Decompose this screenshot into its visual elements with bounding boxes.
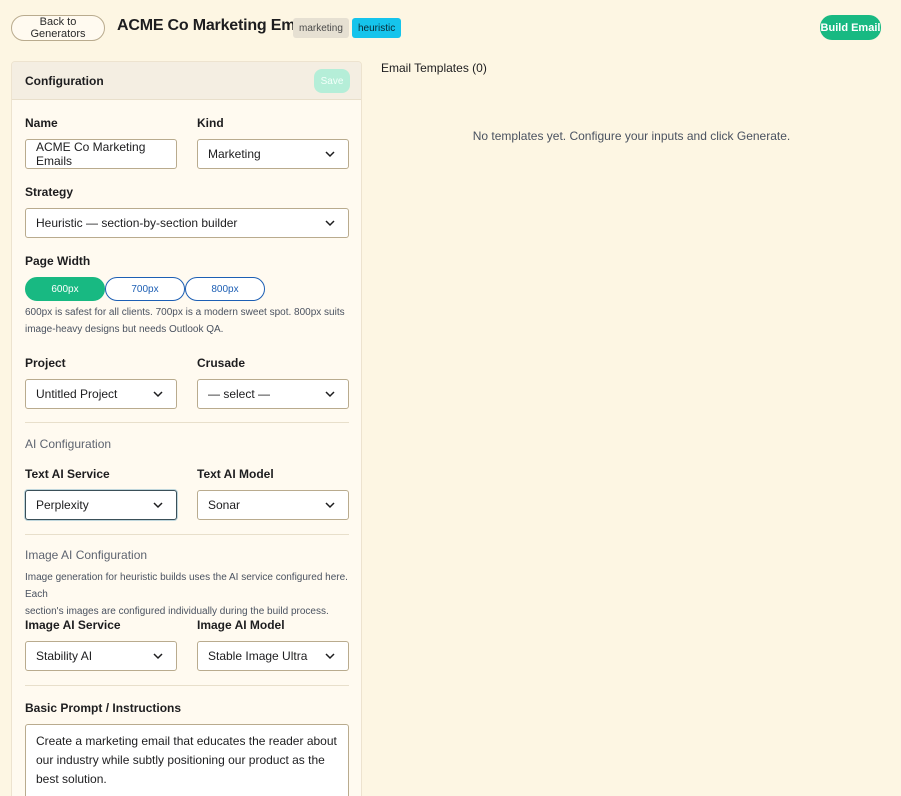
back-to-generators-button[interactable]: Back to Generators — [11, 15, 105, 41]
crusade-value: — select — — [208, 387, 271, 401]
configuration-title: Configuration — [25, 74, 104, 88]
crusade-select[interactable]: — select — — [197, 379, 349, 409]
image-ai-model-value: Stable Image Ultra — [208, 649, 308, 663]
configuration-header: Configuration Save — [12, 62, 361, 100]
project-select[interactable]: Untitled Project — [25, 379, 177, 409]
kind-value: Marketing — [208, 147, 261, 161]
kind-label: Kind — [197, 116, 224, 130]
chevron-down-icon — [152, 651, 164, 661]
chevron-down-icon — [324, 651, 336, 661]
configuration-panel: Configuration Save Name ACME Co Marketin… — [11, 61, 362, 796]
text-ai-service-value: Perplexity — [36, 498, 89, 512]
strategy-badge: heuristic — [352, 18, 402, 38]
image-ai-model-label: Image AI Model — [197, 618, 285, 632]
image-ai-service-label: Image AI Service — [25, 618, 121, 632]
text-ai-model-select[interactable]: Sonar — [197, 490, 349, 520]
page-title: ACME Co Marketing Emails — [117, 17, 322, 34]
top-bar: Back to Generators ACME Co Marketing Ema… — [0, 0, 901, 56]
strategy-select[interactable]: Heuristic — section-by-section builder — [25, 208, 349, 238]
chevron-down-icon — [152, 389, 164, 399]
name-value: ACME Co Marketing Emails — [36, 140, 146, 168]
chevron-down-icon — [324, 500, 336, 510]
empty-templates-message: No templates yet. Configure your inputs … — [472, 129, 791, 143]
page-width-600-button[interactable]: 600px — [25, 277, 105, 301]
project-label: Project — [25, 356, 66, 370]
strategy-value: Heuristic — section-by-section builder — [36, 216, 238, 230]
page-width-700-button[interactable]: 700px — [105, 277, 185, 301]
basic-prompt-label: Basic Prompt / Instructions — [25, 701, 182, 715]
chevron-down-icon — [324, 218, 336, 228]
image-ai-model-select[interactable]: Stable Image Ultra — [197, 641, 349, 671]
crusade-label: Crusade — [197, 356, 246, 370]
page-width-hint: 600px is safest for all clients. 700px i… — [25, 307, 345, 335]
page-width-label: Page Width — [25, 254, 91, 268]
divider — [25, 422, 349, 423]
text-ai-service-select[interactable]: Perplexity — [25, 490, 177, 520]
kind-badge: marketing — [293, 18, 349, 38]
divider — [25, 685, 349, 686]
chevron-down-icon — [152, 500, 164, 510]
save-button[interactable]: Save — [314, 69, 350, 93]
strategy-label: Strategy — [25, 185, 74, 199]
chevron-down-icon — [324, 149, 336, 159]
text-ai-model-label: Text AI Model — [197, 467, 274, 481]
email-templates-title: Email Templates (0) — [381, 61, 487, 75]
divider — [25, 534, 349, 535]
project-value: Untitled Project — [36, 387, 118, 401]
text-ai-service-label: Text AI Service — [25, 467, 110, 481]
chevron-down-icon — [324, 389, 336, 399]
kind-select[interactable]: Marketing — [197, 139, 349, 169]
page-width-800-button[interactable]: 800px — [185, 277, 265, 301]
text-ai-model-value: Sonar — [208, 498, 241, 512]
ai-configuration-heading: AI Configuration — [25, 437, 112, 451]
image-ai-hint: Image generation for heuristic builds us… — [25, 572, 348, 617]
image-ai-service-select[interactable]: Stability AI — [25, 641, 177, 671]
name-label: Name — [25, 116, 58, 130]
image-ai-configuration-heading: Image AI Configuration — [25, 548, 148, 562]
name-input[interactable]: ACME Co Marketing Emails — [25, 139, 177, 169]
basic-prompt-textarea[interactable]: Create a marketing email that educates t… — [25, 724, 349, 796]
build-email-button[interactable]: Build Email — [820, 15, 881, 40]
image-ai-service-value: Stability AI — [36, 649, 93, 663]
